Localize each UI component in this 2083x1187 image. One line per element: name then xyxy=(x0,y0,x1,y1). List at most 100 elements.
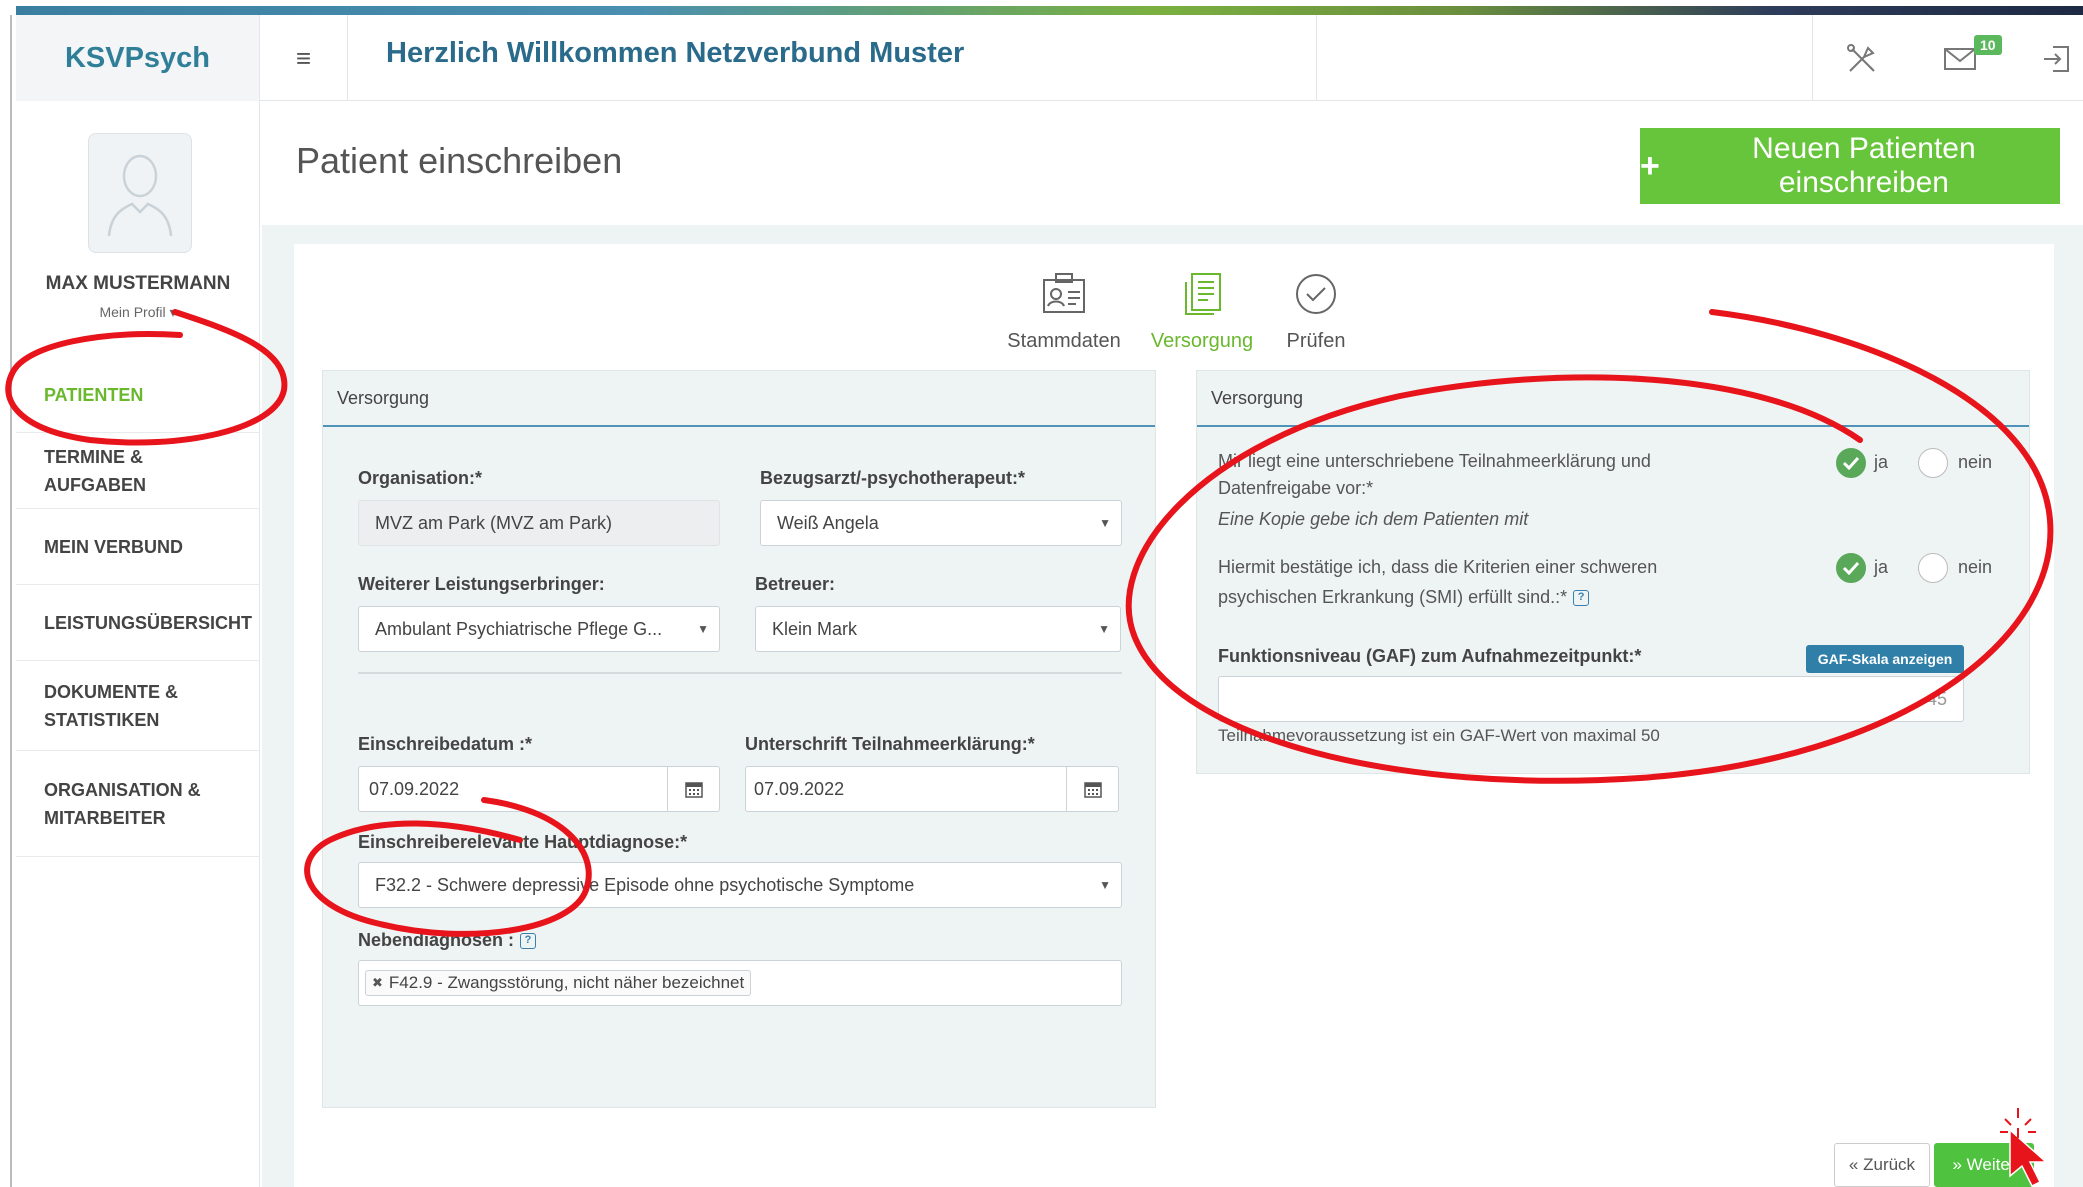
menu-toggle-button[interactable]: ≡ xyxy=(260,15,348,101)
app-header: KSVPsych ≡ Herzlich Willkommen Netzverbu… xyxy=(16,15,2083,101)
envelope-icon xyxy=(1944,48,1976,70)
hauptdiagnose-value: F32.2 - Schwere depressive Episode ohne … xyxy=(375,874,915,895)
caret-down-icon: ▼ xyxy=(1099,878,1111,892)
smi-question: Hiermit bestätige ich, dass die Kriterie… xyxy=(1218,557,1658,607)
logout-button[interactable] xyxy=(2036,39,2076,79)
page-title: Patient einschreiben xyxy=(296,140,623,181)
organisation-field: MVZ am Park (MVZ am Park) xyxy=(358,500,720,546)
einschreibedatum-input[interactable]: 07.09.2022 xyxy=(358,766,720,812)
caret-down-icon: ▾ xyxy=(169,304,177,320)
header-divider xyxy=(1812,15,1813,101)
nebendiagnosen-input[interactable]: ✖ F42.9 - Zwangsstörung, nicht näher bez… xyxy=(358,960,1122,1006)
step-pruefen[interactable]: Prüfen xyxy=(1266,270,1366,353)
my-profile-link[interactable]: Mein Profil ▾ xyxy=(16,304,260,321)
sidebar-item-organisation[interactable]: ORGANISATION & MITARBEITER xyxy=(16,751,260,857)
new-patient-button[interactable]: + Neuen Patienten einschreiben xyxy=(1640,128,2060,204)
plus-icon: + xyxy=(1640,146,1660,185)
message-count-badge: 10 xyxy=(1974,35,2002,55)
step-label: Versorgung xyxy=(1150,330,1254,352)
sidebar-item-dokumente[interactable]: DOKUMENTE & STATISTIKEN xyxy=(16,661,260,751)
window-border xyxy=(10,15,12,1187)
id-card-icon xyxy=(1043,273,1085,313)
organisation-value: MVZ am Park (MVZ am Park) xyxy=(375,512,613,533)
logout-icon xyxy=(2044,46,2069,72)
welcome-title: Herzlich Willkommen Netzverbund Muster xyxy=(386,37,965,69)
leistungserbringer-select[interactable]: Ambulant Psychiatrische Pflege G... ▼ xyxy=(358,606,720,652)
document-list-icon xyxy=(1185,273,1221,315)
sidebar-item-verbund[interactable]: MEIN VERBUND xyxy=(16,509,260,585)
hamburger-icon: ≡ xyxy=(295,42,312,73)
consent-no-radio[interactable] xyxy=(1918,448,1948,478)
sidebar: MAX MUSTERMANN Mein Profil ▾ PATIENTEN T… xyxy=(16,101,260,1187)
step-label: Prüfen xyxy=(1286,330,1346,352)
organisation-label: Organisation:* xyxy=(358,468,483,488)
sidebar-item-patienten[interactable]: PATIENTEN xyxy=(16,357,260,433)
app-window: KSVPsych ≡ Herzlich Willkommen Netzverbu… xyxy=(0,0,2083,1187)
gaf-label: Funktionsniveau (GAF) zum Aufnahmezeitpu… xyxy=(1218,646,1642,666)
sidebar-item-leistungsuebersicht[interactable]: LEISTUNGSÜBERSICHT xyxy=(16,585,260,661)
header-divider xyxy=(1316,15,1317,101)
einschreibedatum-label: Einschreibedatum :* xyxy=(358,734,533,754)
brand-logo[interactable]: KSVPsych xyxy=(16,15,260,101)
unterschrift-value: 07.09.2022 xyxy=(754,778,845,799)
einschreibedatum-value: 07.09.2022 xyxy=(369,778,460,799)
new-patient-label: Neuen Patienten einschreiben xyxy=(1752,132,1976,199)
top-color-stripe xyxy=(16,6,2083,15)
checkmark-icon xyxy=(1842,456,1860,470)
unterschrift-label: Unterschrift Teilnahmeerklärung:* xyxy=(745,734,1035,754)
nebendiagnosen-label: Nebendiagnosen :? xyxy=(358,930,537,951)
next-button[interactable]: » Weiter xyxy=(1934,1143,2034,1187)
sidebar-nav: PATIENTEN TERMINE & AUFGABEN MEIN VERBUN… xyxy=(16,357,260,857)
help-icon[interactable]: ? xyxy=(520,933,537,950)
smi-yes-radio[interactable] xyxy=(1836,553,1866,583)
unterschrift-input[interactable]: 07.09.2022 xyxy=(745,766,1119,812)
form-divider xyxy=(358,672,1122,674)
avatar[interactable] xyxy=(88,133,192,253)
smi-yes-label: ja xyxy=(1874,557,1889,577)
step-stammdaten[interactable]: Stammdaten xyxy=(1004,270,1124,353)
tools-icon xyxy=(1847,44,1875,72)
calendar-icon xyxy=(684,782,703,798)
diagnosis-tag-label: F42.9 - Zwangsstörung, nicht näher bezei… xyxy=(388,973,745,992)
tools-button[interactable] xyxy=(1842,39,1882,79)
consent-yes-label: ja xyxy=(1874,452,1889,472)
calendar-icon xyxy=(1083,782,1102,798)
step-label: Stammdaten xyxy=(1007,330,1121,352)
smi-no-radio[interactable] xyxy=(1918,553,1948,583)
gaf-hint: Teilnahmevoraussetzung ist ein GAF-Wert … xyxy=(1218,726,1660,745)
user-name: MAX MUSTERMANN xyxy=(45,273,231,294)
gaf-input[interactable]: 45 xyxy=(1218,676,1964,722)
leistungserbringer-label: Weiterer Leistungserbringer: xyxy=(358,574,605,594)
bezugsarzt-select[interactable]: Weiß Angela ▼ xyxy=(760,500,1122,546)
consent-no-label: nein xyxy=(1958,452,1993,472)
consent-note: Eine Kopie gebe ich dem Patienten mit xyxy=(1218,509,1529,529)
step-versorgung[interactable]: Versorgung xyxy=(1142,270,1262,353)
checkmark-icon xyxy=(1842,561,1860,575)
sidebar-item-termine[interactable]: TERMINE & AUFGABEN xyxy=(16,433,260,509)
caret-down-icon: ▼ xyxy=(1099,516,1111,530)
bezugsarzt-label: Bezugsarzt/-psychotherapeut:* xyxy=(760,468,1026,488)
check-circle-icon xyxy=(1296,274,1336,314)
remove-tag-icon[interactable]: ✖ xyxy=(372,975,383,991)
consent-question: Mir liegt eine unterschriebene Teilnahme… xyxy=(1218,451,1651,498)
caret-down-icon: ▼ xyxy=(1098,622,1110,636)
gaf-value: 45 xyxy=(1926,688,1947,709)
smi-no-label: nein xyxy=(1958,557,1993,577)
calendar-button[interactable] xyxy=(667,767,719,811)
gaf-scale-button[interactable]: GAF-Skala anzeigen xyxy=(1806,645,1964,673)
betreuer-select[interactable]: Klein Mark ▼ xyxy=(755,606,1121,652)
leistungserbringer-value: Ambulant Psychiatrische Pflege G... xyxy=(375,618,663,639)
betreuer-value: Klein Mark xyxy=(772,618,858,639)
back-button[interactable]: « Zurück xyxy=(1834,1143,1930,1187)
caret-down-icon: ▼ xyxy=(697,622,709,636)
user-silhouette-icon xyxy=(107,154,173,237)
panel-title: Versorgung xyxy=(323,371,1155,427)
calendar-button[interactable] xyxy=(1066,767,1118,811)
hauptdiagnose-label: Einschreiberelevante Hauptdiagnose:* xyxy=(358,832,688,852)
diagnosis-tag: ✖ F42.9 - Zwangsstörung, nicht näher bez… xyxy=(365,970,752,996)
help-icon[interactable]: ? xyxy=(1573,590,1590,607)
panel-title: Versorgung xyxy=(1197,371,2029,427)
hauptdiagnose-select[interactable]: F32.2 - Schwere depressive Episode ohne … xyxy=(358,862,1122,908)
consent-yes-radio[interactable] xyxy=(1836,448,1866,478)
betreuer-label: Betreuer: xyxy=(755,574,836,594)
